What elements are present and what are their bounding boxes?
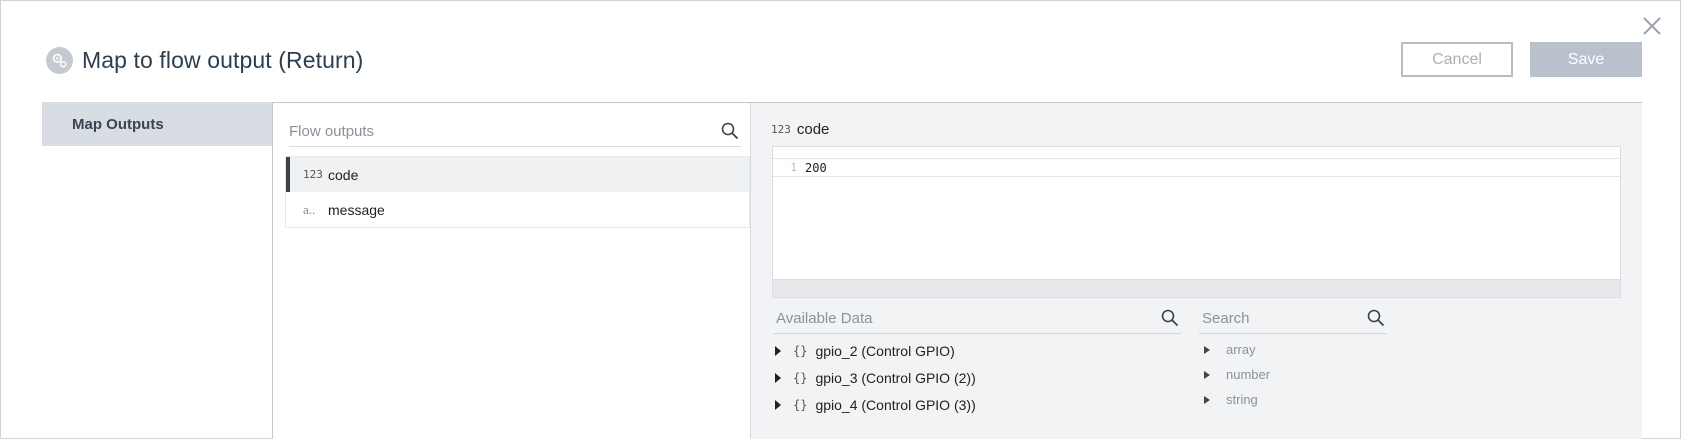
type-label: string <box>1226 392 1258 407</box>
search-placeholder: Flow outputs <box>289 123 375 140</box>
cancel-button[interactable]: Cancel <box>1401 42 1513 77</box>
object-icon: {} <box>793 397 808 412</box>
list-item[interactable]: a.. message <box>286 192 749 227</box>
expand-caret-icon[interactable] <box>775 372 781 383</box>
tree-item-label: gpio_3 (Control GPIO (2)) <box>815 369 976 386</box>
search-icon[interactable] <box>1367 309 1385 332</box>
dialog-header: Map to flow output (Return) <box>46 45 363 75</box>
type-tree: array number string <box>1204 337 1384 412</box>
number-type-icon: 123 <box>303 168 323 181</box>
save-button[interactable]: Save <box>1530 42 1642 77</box>
expand-caret-icon[interactable] <box>775 345 781 356</box>
dialog-title: Map to flow output (Return) <box>82 46 364 73</box>
output-label: message <box>328 201 385 218</box>
type-label: number <box>1226 367 1271 382</box>
line-number: 1 <box>790 161 797 174</box>
sidebar-item-map-outputs[interactable]: Map Outputs <box>42 102 273 146</box>
search-placeholder: Available Data <box>776 310 873 327</box>
tree-item-gpio-3[interactable]: {} gpio_3 (Control GPIO (2)) <box>775 364 1175 391</box>
object-icon: {} <box>793 343 808 358</box>
flow-outputs-list: 123 code a.. message <box>285 156 750 228</box>
type-item-array[interactable]: array <box>1204 337 1384 362</box>
type-label: array <box>1226 342 1256 357</box>
available-data-search-input[interactable]: Available Data <box>773 302 1181 334</box>
gear-icon <box>46 46 73 74</box>
tree-item-label: gpio_2 (Control GPIO) <box>815 342 955 359</box>
object-icon: {} <box>793 370 808 385</box>
search-placeholder: Search <box>1202 310 1250 327</box>
sidebar-item-label: Map Outputs <box>72 115 164 133</box>
flow-outputs-search-input[interactable]: Flow outputs <box>289 116 741 147</box>
content-frame: Flow outputs 123 code a.. message 123 co… <box>272 102 1642 439</box>
mapping-editor-pane: 123 code 1 200 Available Data Search {} … <box>751 103 1642 439</box>
output-label: code <box>328 166 359 183</box>
code-value[interactable]: 200 <box>805 161 827 175</box>
expand-caret-icon[interactable] <box>775 399 781 410</box>
list-item[interactable]: 123 code <box>286 157 749 192</box>
map-output-dialog: Map to flow output (Return) Cancel Save … <box>0 0 1681 439</box>
type-item-number[interactable]: number <box>1204 362 1384 387</box>
search-icon[interactable] <box>1161 309 1179 332</box>
code-line[interactable]: 1 200 <box>773 158 1620 177</box>
available-data-tree: {} gpio_2 (Control GPIO) {} gpio_3 (Cont… <box>775 337 1175 418</box>
code-editor[interactable]: 1 200 <box>772 146 1621 298</box>
sidebar: Map Outputs <box>42 102 273 439</box>
expand-caret-icon[interactable] <box>1204 395 1210 404</box>
flow-outputs-panel: Flow outputs 123 code a.. message <box>273 103 751 439</box>
tree-item-label: gpio_4 (Control GPIO (3)) <box>815 396 976 413</box>
type-search-input[interactable]: Search <box>1199 302 1387 334</box>
type-item-string[interactable]: string <box>1204 387 1384 412</box>
number-type-icon: 123 <box>771 123 791 136</box>
close-icon[interactable] <box>1641 15 1669 43</box>
field-name: code <box>796 121 830 138</box>
search-icon[interactable] <box>721 122 739 145</box>
tree-item-gpio-4[interactable]: {} gpio_4 (Control GPIO (3)) <box>775 391 1175 418</box>
field-header: 123 code <box>771 121 829 138</box>
expand-caret-icon[interactable] <box>1204 370 1210 379</box>
string-type-icon: a.. <box>303 201 316 217</box>
expand-caret-icon[interactable] <box>1204 345 1210 354</box>
horizontal-scrollbar[interactable] <box>773 279 1620 297</box>
tree-item-gpio-2[interactable]: {} gpio_2 (Control GPIO) <box>775 337 1175 364</box>
